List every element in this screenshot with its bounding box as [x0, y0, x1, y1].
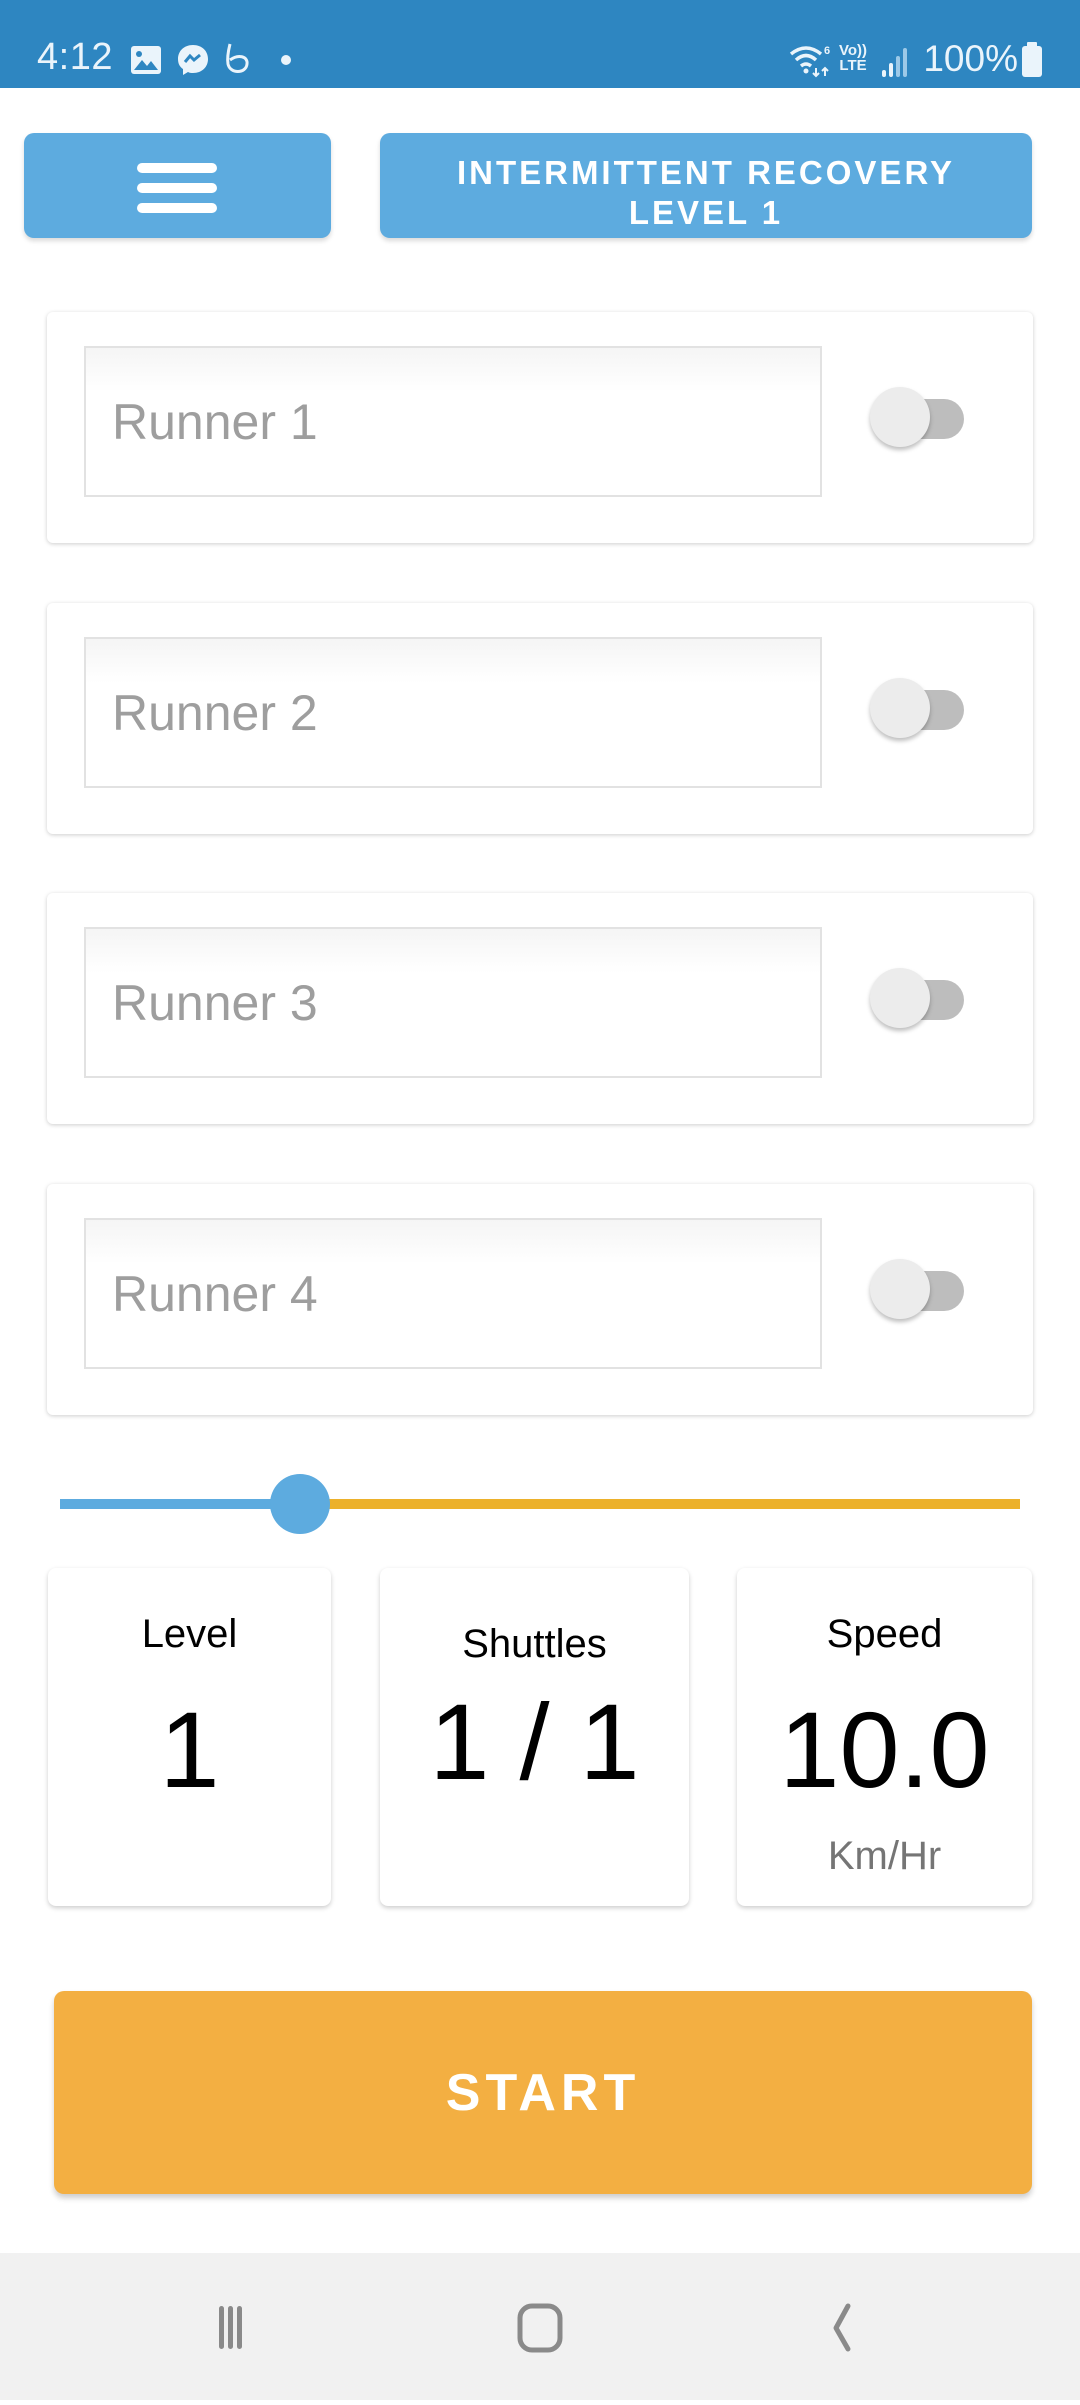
beats-icon	[226, 43, 249, 73]
runner-2-toggle[interactable]	[870, 676, 970, 740]
level-label: Level	[141, 1612, 238, 1656]
volte-label: Vo))	[839, 42, 868, 59]
recent-apps-icon	[219, 2306, 242, 2349]
speed-label: Speed	[826, 1612, 943, 1656]
test-mode-title: INTERMITTENT RECOVERY	[456, 153, 956, 191]
gallery-icon	[131, 46, 161, 74]
toggle-thumb	[870, 968, 930, 1028]
battery-percent: 100%	[923, 38, 1018, 79]
status-bar: 4:12 6 Vo)) LTE 100%	[0, 0, 1080, 88]
test-mode-level: LEVEL 1	[628, 193, 784, 231]
runner-2-name-input[interactable]	[84, 637, 822, 788]
svg-text:6: 6	[824, 45, 830, 57]
recent-apps-button[interactable]	[140, 2253, 340, 2400]
speed-unit: Km/Hr	[827, 1834, 942, 1878]
runner-3-name-input[interactable]	[84, 927, 822, 1078]
speed-value: 10.0	[779, 1689, 990, 1810]
toggle-thumb	[870, 678, 930, 738]
level-slider[interactable]	[60, 1474, 1020, 1534]
back-icon	[833, 2303, 851, 2352]
runner-card	[47, 603, 1033, 834]
menu-button[interactable]	[24, 133, 331, 238]
runner-1-toggle[interactable]	[870, 385, 970, 449]
runner-1-name-input[interactable]	[84, 346, 822, 497]
messenger-icon	[178, 45, 208, 75]
lte-label: LTE	[839, 57, 867, 74]
signal-icon	[882, 48, 907, 77]
home-button[interactable]	[440, 2253, 640, 2400]
runner-4-name-input[interactable]	[84, 1218, 822, 1369]
test-mode-button[interactable]: INTERMITTENT RECOVERY LEVEL 1	[380, 133, 1032, 238]
runner-card	[47, 893, 1033, 1124]
shuttles-card: Shuttles 1 / 1	[380, 1568, 689, 1906]
slider-thumb[interactable]	[270, 1474, 330, 1534]
shuttles-label: Shuttles	[462, 1622, 607, 1666]
runner-card	[47, 1184, 1033, 1415]
toggle-thumb	[870, 1259, 930, 1319]
level-card: Level 1	[48, 1568, 331, 1906]
toggle-thumb	[870, 387, 930, 447]
volte-icon: Vo)) LTE	[839, 43, 867, 73]
shuttles-value: 1 / 1	[429, 1681, 640, 1802]
runner-3-toggle[interactable]	[870, 966, 970, 1030]
speed-card: Speed 10.0 Km/Hr	[737, 1568, 1032, 1906]
runner-card	[47, 312, 1033, 543]
home-icon	[517, 2303, 563, 2353]
system-nav-bar	[0, 2253, 1080, 2400]
slider-track-active	[60, 1499, 300, 1509]
slider-track-inactive	[300, 1499, 1020, 1509]
back-button[interactable]	[742, 2253, 942, 2400]
wifi-6-icon: 6	[789, 45, 830, 78]
dot-icon	[281, 55, 291, 65]
level-value: 1	[159, 1689, 220, 1810]
status-time: 4:12	[37, 36, 113, 78]
start-button[interactable]: START	[54, 1991, 1032, 2194]
battery-icon	[1022, 42, 1042, 77]
runner-4-toggle[interactable]	[870, 1257, 970, 1321]
